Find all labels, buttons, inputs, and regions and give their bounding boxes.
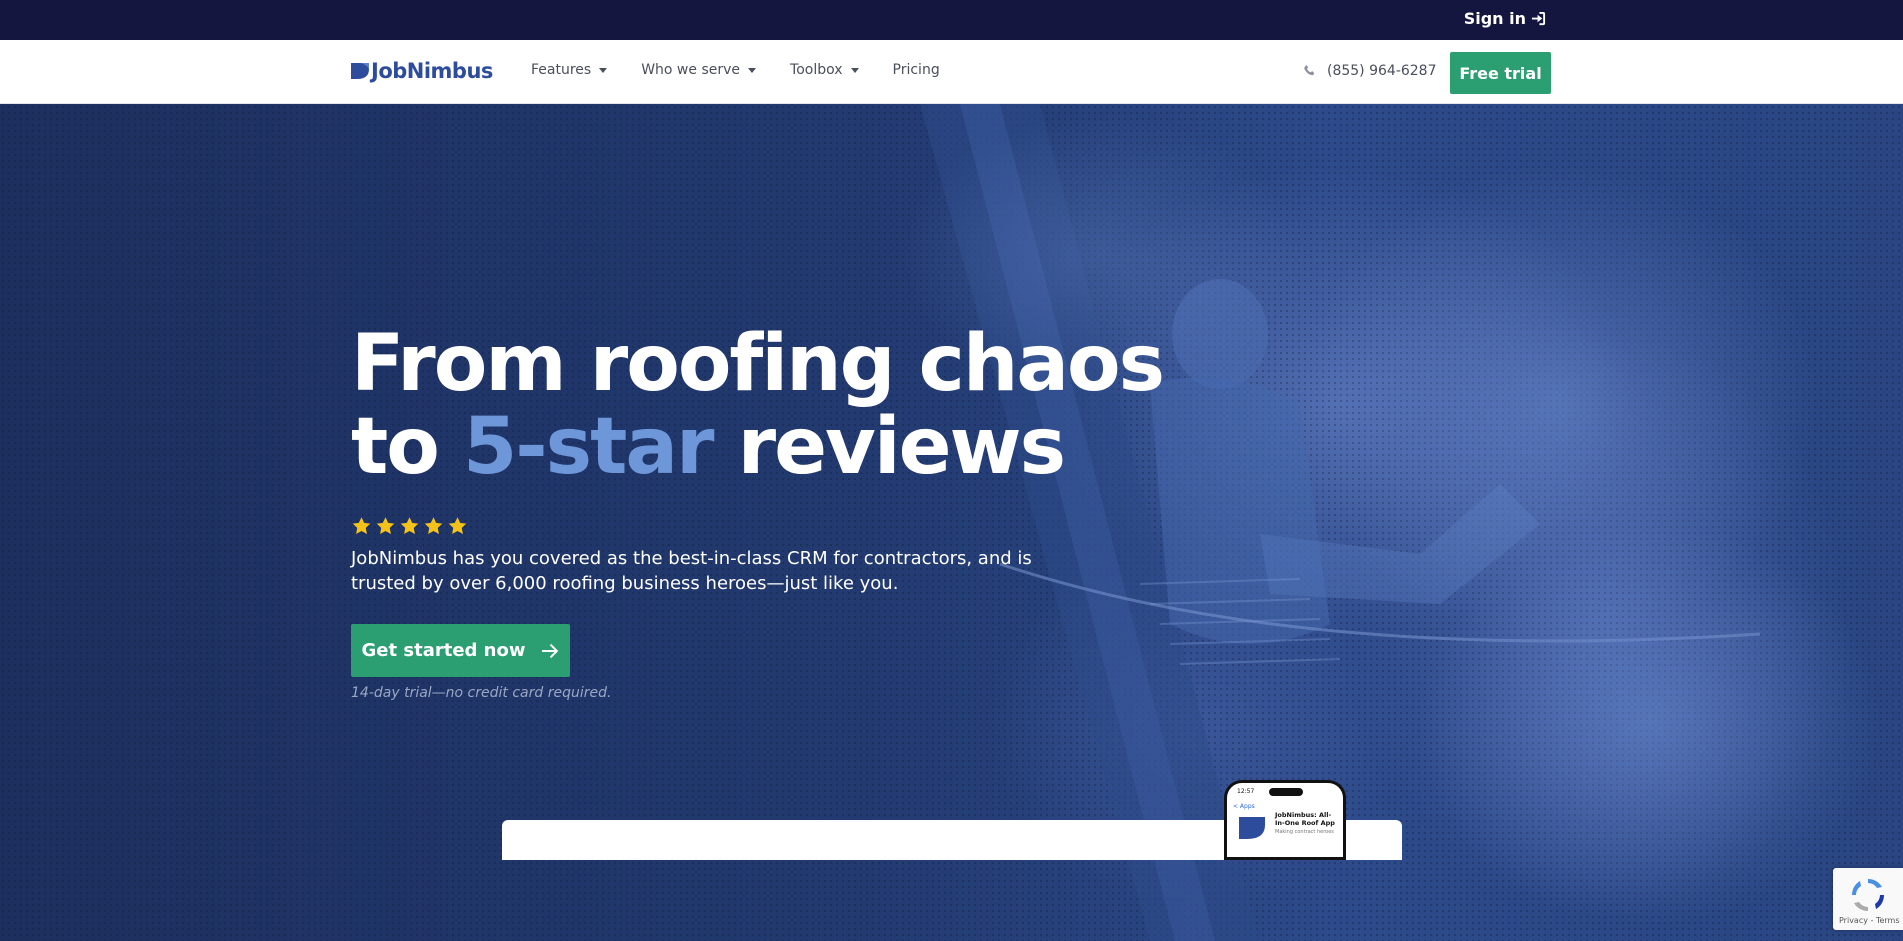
phone-time: 12:57 <box>1237 788 1255 795</box>
phone-number: (855) 964-6287 <box>1327 63 1437 79</box>
phone-app-title: JobNimbus: All-In-One Roof App <box>1275 811 1335 827</box>
logo-text: JobNimbus <box>371 59 493 83</box>
phone-app-subtitle: Making contract heroes <box>1275 829 1334 835</box>
recaptcha-icon <box>1851 878 1885 912</box>
hero-headline-suffix: reviews <box>712 402 1066 492</box>
sign-in-label: Sign in <box>1463 9 1526 28</box>
top-utility-bar: Sign in <box>0 0 1903 40</box>
star-icon <box>376 517 395 534</box>
free-trial-button[interactable]: Free trial <box>1450 52 1551 94</box>
hero-background-image <box>0 104 1903 941</box>
recaptcha-badge[interactable]: Privacy - Terms <box>1833 868 1903 930</box>
sign-in-icon <box>1531 11 1546 26</box>
nav-item-label: Who we serve <box>641 62 741 78</box>
hero-description: JobNimbus has you covered as the best-in… <box>351 548 1032 594</box>
app-logo-icon <box>1239 813 1265 839</box>
star-icon <box>400 517 419 534</box>
arrow-right-icon <box>542 643 559 658</box>
hero-headline: From roofing chaos to 5-star reviews <box>351 323 1251 489</box>
main-navbar: JobNimbus Features Who we serve Toolbox … <box>0 40 1903 104</box>
nav-item-label: Toolbox <box>790 62 843 78</box>
phone-number-link[interactable]: (855) 964-6287 <box>1303 63 1437 79</box>
caret-down-icon <box>748 67 757 73</box>
nav-item-who-we-serve[interactable]: Who we serve <box>641 62 757 78</box>
caret-down-icon <box>599 67 608 73</box>
hero-headline-line1: From roofing chaos <box>351 319 1165 409</box>
star-icon <box>352 517 371 534</box>
recaptcha-links[interactable]: Privacy - Terms <box>1839 916 1900 925</box>
star-icon <box>424 517 443 534</box>
nav-item-label: Pricing <box>892 62 940 78</box>
nav-item-features[interactable]: Features <box>531 62 608 78</box>
caret-down-icon <box>850 67 859 73</box>
hero-headline-accent: 5-star <box>463 402 714 492</box>
trial-note: 14-day trial—no credit card required. <box>351 685 612 701</box>
nav-item-label: Features <box>531 62 592 78</box>
hero-section: From roofing chaos to 5-star reviews Job… <box>0 104 1903 941</box>
phone-icon <box>1304 65 1315 76</box>
star-icon <box>448 517 467 534</box>
phone-back-link: < Apps <box>1233 803 1255 810</box>
nav-item-toolbox[interactable]: Toolbox <box>790 62 859 78</box>
hero-headline-prefix: to <box>351 402 464 492</box>
phone-notch <box>1269 788 1303 796</box>
jobnimbus-logo[interactable]: JobNimbus <box>351 59 493 83</box>
get-started-label: Get started now <box>361 640 526 661</box>
logo-mark-icon <box>351 63 369 79</box>
nav-menu: Features Who we serve Toolbox Pricing <box>531 62 940 78</box>
phone-mockup: 12:57 < Apps JobNimbus: All-In-One Roof … <box>1224 780 1346 860</box>
nav-item-pricing[interactable]: Pricing <box>893 62 940 78</box>
get-started-button[interactable]: Get started now <box>351 624 570 677</box>
sign-in-link[interactable]: Sign in <box>1464 9 1546 28</box>
five-star-rating <box>351 516 468 536</box>
